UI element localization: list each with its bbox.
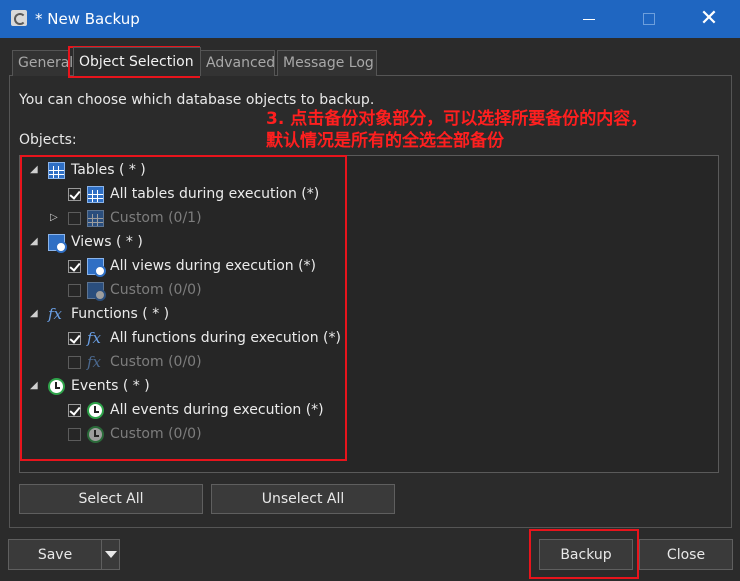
annotation-box-backup [529, 529, 639, 579]
maximize-icon [643, 13, 655, 25]
tab-message-log[interactable]: Message Log [277, 50, 377, 76]
close-button[interactable]: Close [639, 539, 733, 570]
annotation-line-1: 3. 点击备份对象部分，可以选择所要备份的内容， [266, 109, 648, 129]
window-close-button[interactable]: ✕ [680, 0, 738, 38]
minimize-button[interactable] [560, 0, 618, 38]
backup-app-icon [11, 10, 27, 26]
maximize-button[interactable] [620, 0, 678, 38]
tab-advanced[interactable]: Advanced [200, 50, 275, 76]
select-all-button[interactable]: Select All [19, 484, 203, 514]
annotation-text: 3. 点击备份对象部分，可以选择所要备份的内容， 默认情况是所有的全选全部备份 [266, 108, 647, 152]
tab-object-selection[interactable]: Object Selection [73, 47, 201, 76]
window-title: * New Backup [35, 10, 140, 28]
unselect-all-button[interactable]: Unselect All [211, 484, 395, 514]
intro-text: You can choose which database objects to… [19, 92, 375, 108]
annotation-box-objects [20, 155, 347, 461]
save-button[interactable]: Save [8, 539, 102, 570]
close-icon: ✕ [699, 6, 719, 31]
save-dropdown-button[interactable] [101, 539, 120, 570]
annotation-line-2: 默认情况是所有的全选全部备份 [266, 131, 504, 151]
chevron-down-icon [104, 551, 117, 558]
title-bar: * New Backup ✕ [0, 0, 740, 38]
tab-general[interactable]: General [12, 50, 73, 76]
minimize-icon [583, 18, 595, 20]
objects-label: Objects: [19, 132, 77, 148]
